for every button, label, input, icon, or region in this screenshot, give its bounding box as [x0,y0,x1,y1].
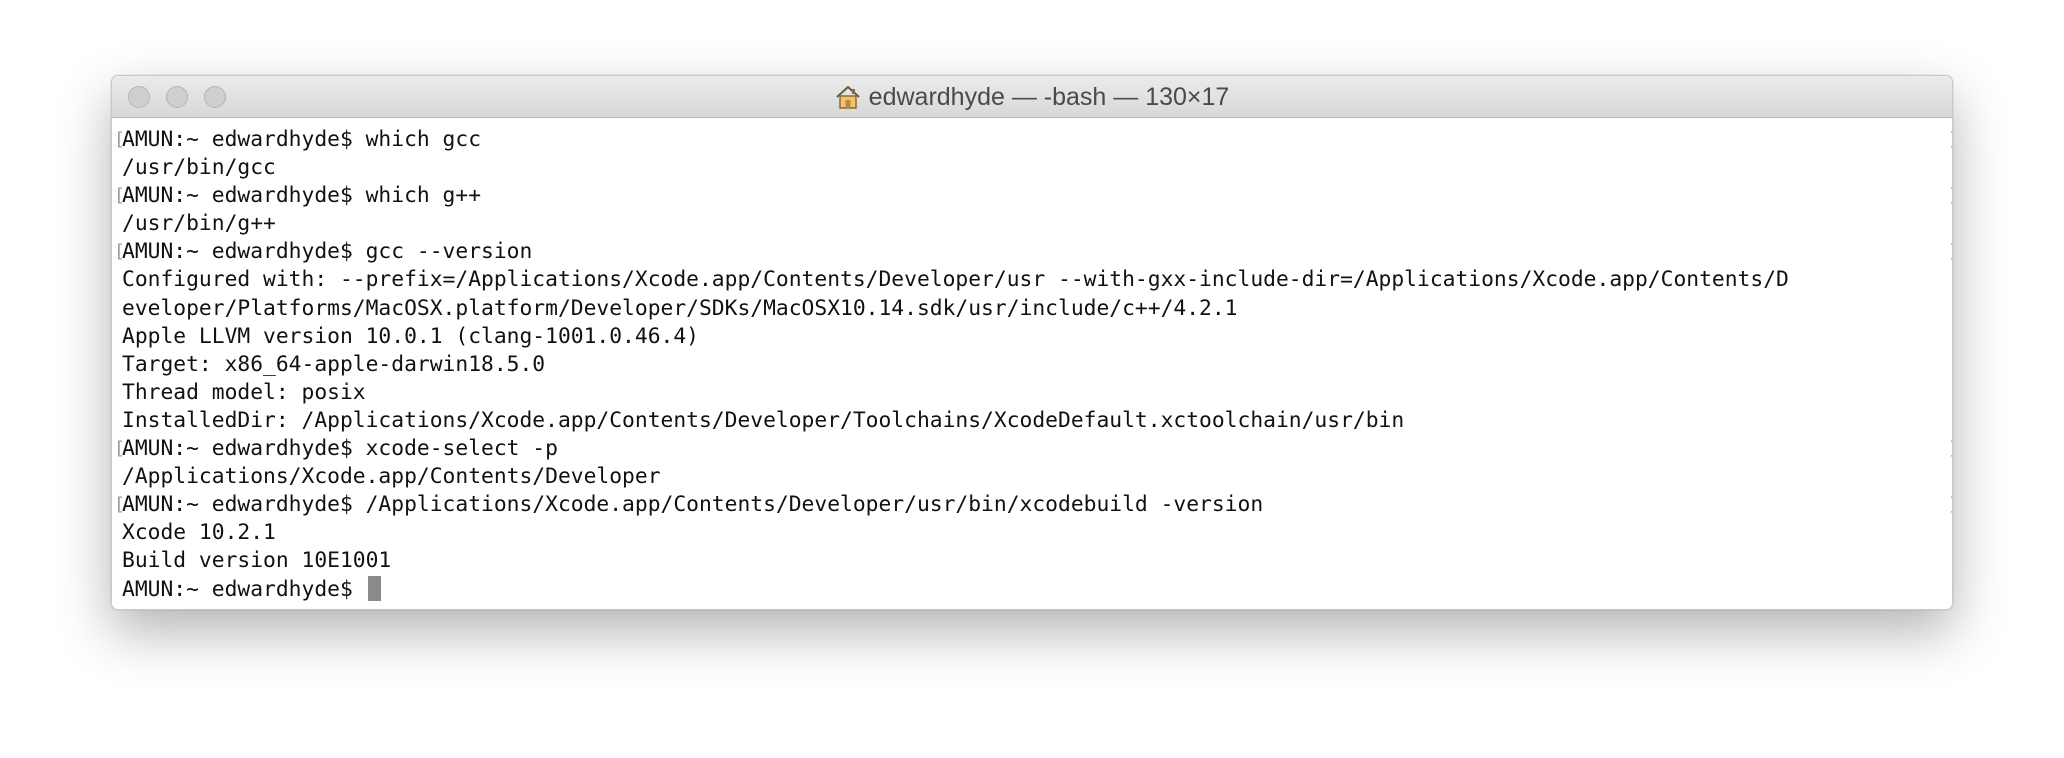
terminal-output-line: /Applications/Xcode.app/Contents/Develop… [122,464,661,490]
terminal-output-line: eveloper/Platforms/MacOSX.platform/Devel… [122,295,1238,321]
terminal-command-line: AMUN:~ edwardhyde$ which gcc [114,126,1952,154]
terminal-command-line: AMUN:~ edwardhyde$ which g++ [114,182,1952,210]
terminal-window: edwardhyde — -bash — 130×17 AMUN:~ edwar… [111,75,1953,610]
terminal-command-line: AMUN:~ edwardhyde$ /Applications/Xcode.a… [114,491,1952,519]
terminal-command-line: AMUN:~ edwardhyde$ gcc --version [114,238,1952,266]
text-cursor [367,575,381,601]
home-icon [835,86,860,109]
terminal-output-line: Target: x86_64-apple-darwin18.5.0 [122,351,546,377]
terminal-output-line: Thread model: posix [122,379,366,405]
current-prompt: AMUN:~ edwardhyde$ [122,576,366,602]
terminal-output-line: Configured with: --prefix=/Applications/… [122,267,1789,293]
terminal-output-line: InstalledDir: /Applications/Xcode.app/Co… [122,407,1405,433]
window-title: edwardhyde — -bash — 130×17 [868,82,1230,111]
window-title-group: edwardhyde — -bash — 130×17 [112,76,1952,118]
terminal-output-line: /usr/bin/g++ [122,211,276,237]
terminal-output-line: Build version 10E1001 [122,548,392,574]
terminal-current-line[interactable]: AMUN:~ edwardhyde$ [122,575,1952,604]
title-bar[interactable]: edwardhyde — -bash — 130×17 [112,76,1952,118]
terminal-command-line: AMUN:~ edwardhyde$ xcode-select -p [114,435,1952,463]
terminal-output-line: Apple LLVM version 10.0.1 (clang-1001.0.… [122,323,699,349]
terminal-output[interactable]: AMUN:~ edwardhyde$ which gcc/usr/bin/gcc… [112,118,1952,604]
terminal-output-line: Xcode 10.2.1 [122,520,276,546]
terminal-output-line: /usr/bin/gcc [122,155,276,181]
